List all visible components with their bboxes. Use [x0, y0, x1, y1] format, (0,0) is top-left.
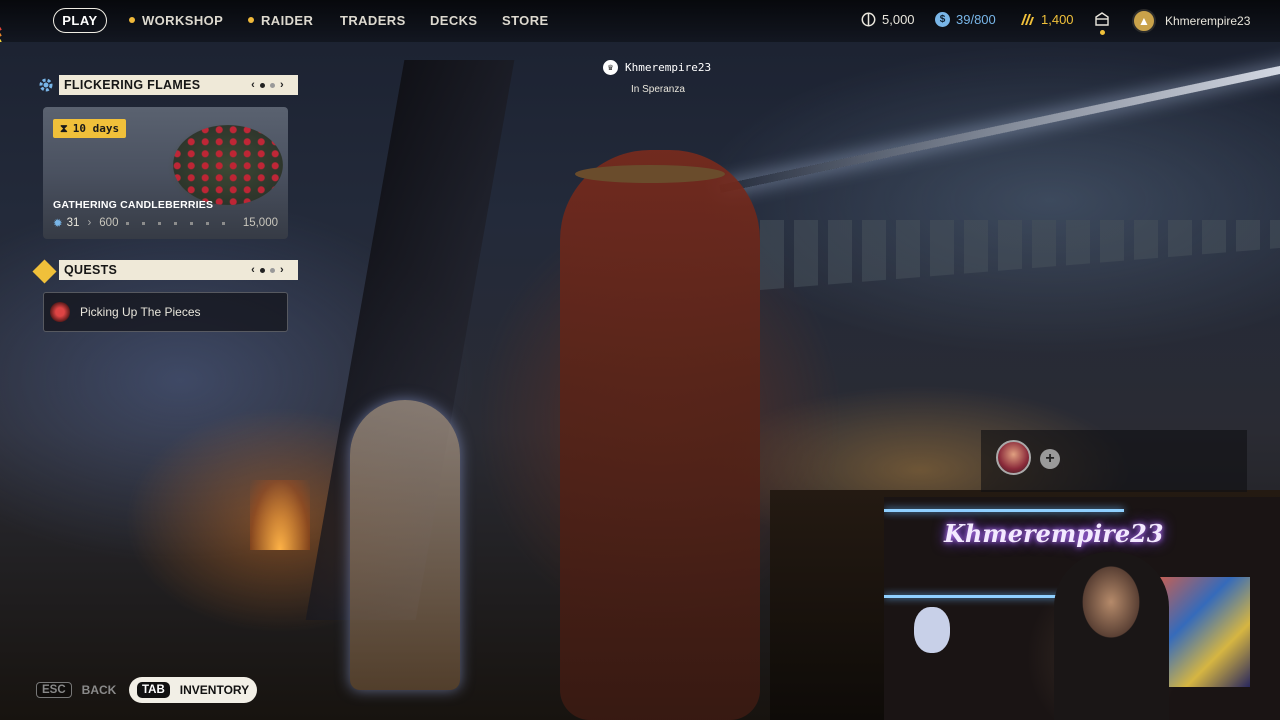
event-timer-badge: ⧗ 10 days — [53, 119, 127, 138]
veiled-figure — [350, 400, 460, 690]
quests-title: QUESTS — [64, 263, 118, 277]
back-label: BACK — [81, 683, 117, 697]
candleberry-bush-image — [173, 125, 283, 205]
hourglass-icon: ⧗ — [60, 121, 68, 135]
player-rank-icon[interactable]: ▲ — [1132, 9, 1156, 33]
brand-stripes-icon — [0, 0, 48, 42]
chevron-right-icon[interactable]: › — [280, 79, 284, 91]
event-max-value: 15,000 — [242, 217, 278, 229]
nav-workshop[interactable]: WORKSHOP — [129, 13, 223, 28]
page-dot — [270, 267, 276, 273]
player-nameplate: ♛ Khmerempire23 — [603, 60, 711, 75]
nav-decks-label: DECKS — [430, 13, 478, 28]
inventory-button[interactable]: TAB INVENTORY — [129, 677, 257, 703]
progress-track-dots — [126, 221, 235, 225]
capacity-counter[interactable]: $ 39/800 — [935, 12, 996, 27]
coin-icon — [861, 12, 876, 27]
notification-dot-icon — [129, 17, 135, 23]
party-member-avatar[interactable] — [996, 440, 1031, 475]
wall-mask — [914, 607, 950, 653]
quests-panel-header: QUESTS ‹ › — [59, 260, 298, 280]
nav-raider-label: RAIDER — [261, 13, 314, 28]
mailbox-icon[interactable] — [1094, 12, 1110, 35]
top-navigation-bar: PLAY WORKSHOP RAIDER TRADERS DECKS STORE… — [0, 0, 1280, 42]
notification-dot-icon — [1100, 30, 1105, 35]
scene-pillar — [305, 60, 515, 620]
chevron-left-icon[interactable]: ‹ — [251, 264, 255, 276]
quest-diamond-icon — [32, 259, 57, 284]
event-title: FLICKERING FLAMES — [64, 78, 201, 92]
credits-counter[interactable]: 1,400 — [1019, 12, 1074, 27]
crown-icon: ♛ — [603, 60, 618, 75]
event-pager: ‹ › — [251, 79, 284, 91]
nav-decks[interactable]: DECKS — [430, 13, 478, 28]
coins-value: 5,000 — [882, 12, 915, 27]
nav-workshop-label: WORKSHOP — [142, 13, 224, 28]
quest-label: Picking Up The Pieces — [80, 305, 201, 319]
chevron-right-icon: › — [87, 217, 92, 229]
page-dot-active — [260, 82, 266, 88]
streamer — [1054, 552, 1169, 720]
inventory-label: INVENTORY — [179, 683, 250, 697]
profile-username[interactable]: Khmerempire23 — [1165, 14, 1250, 28]
player-character[interactable] — [560, 150, 760, 720]
player-location: In Speranza — [631, 84, 685, 95]
player-name: Khmerempire23 — [625, 61, 712, 74]
nav-store-label: STORE — [502, 13, 549, 28]
nav-traders[interactable]: TRADERS — [340, 13, 406, 28]
page-dot-active — [260, 267, 266, 273]
light-beam — [719, 60, 1280, 193]
page-dot — [270, 82, 276, 88]
event-timer-text: 10 days — [72, 122, 120, 135]
notification-dot-icon — [248, 17, 254, 23]
event-progress-row: ✹ 31 › 600 15,000 — [53, 216, 278, 230]
gear-icon — [36, 75, 56, 95]
hanging-flags — [760, 220, 1280, 290]
quest-item[interactable]: Picking Up The Pieces — [43, 292, 288, 332]
tab-key: TAB — [137, 682, 170, 698]
add-party-member-icon[interactable]: + — [1040, 449, 1060, 469]
event-panel-header: FLICKERING FLAMES ‹ › — [59, 75, 298, 95]
neon-light — [884, 595, 1074, 598]
back-hint[interactable]: ESC BACK — [36, 678, 116, 702]
credits-value: 1,400 — [1041, 12, 1074, 27]
quest-giver-icon — [50, 302, 70, 322]
fire-glow — [250, 480, 310, 550]
chevron-right-icon[interactable]: › — [280, 264, 284, 276]
nav-traders-label: TRADERS — [340, 13, 406, 28]
nav-raider[interactable]: RAIDER — [248, 13, 313, 28]
character-hat — [575, 165, 725, 183]
event-next-threshold: 600 — [99, 217, 119, 229]
event-objective-title: GATHERING CANDLEBERRIES — [53, 199, 214, 211]
event-card[interactable]: ⧗ 10 days GATHERING CANDLEBERRIES ✹ 31 ›… — [43, 107, 288, 239]
party-widget: + — [981, 430, 1247, 492]
neon-sign: Khmerempire23 — [944, 519, 1164, 548]
quests-pager: ‹ › — [251, 264, 284, 276]
storage-icon: $ — [935, 12, 950, 27]
credits-icon — [1021, 14, 1034, 25]
nav-store[interactable]: STORE — [502, 13, 549, 28]
esc-key: ESC — [36, 682, 72, 698]
gear-icon: ✹ — [53, 218, 63, 230]
coins-counter[interactable]: 5,000 — [861, 12, 915, 27]
neon-light — [884, 509, 1124, 512]
capacity-value: 39/800 — [956, 12, 996, 27]
play-button[interactable]: PLAY — [53, 8, 107, 33]
streamer-webcam: Khmerempire23 — [884, 497, 1280, 720]
chevron-left-icon[interactable]: ‹ — [251, 79, 255, 91]
event-current-value: 31 — [66, 217, 80, 229]
